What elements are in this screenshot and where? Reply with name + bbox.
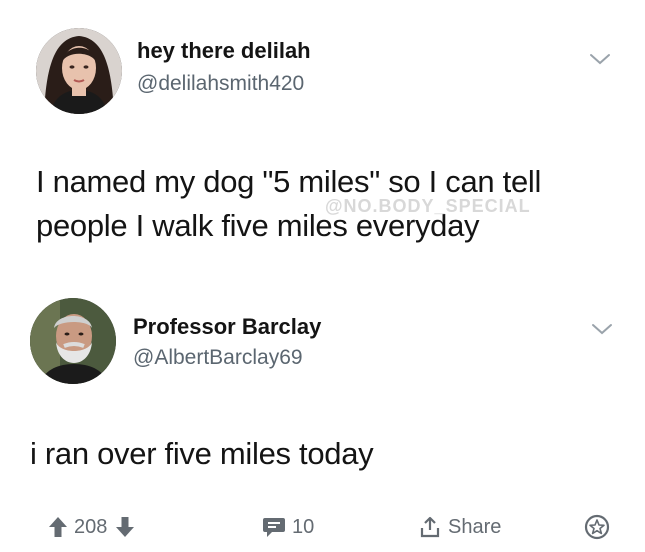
vote-count: 208 (74, 515, 108, 538)
upvote-arrow-icon[interactable] (48, 516, 68, 538)
vote-controls: 208 (48, 512, 135, 542)
downvote-arrow-icon[interactable] (115, 516, 135, 538)
woman-avatar-image (36, 28, 122, 114)
comments-button[interactable]: 10 (262, 512, 322, 542)
post-action-bar: 208 10 Share (0, 500, 645, 552)
display-name[interactable]: Professor Barclay (133, 314, 321, 340)
comment-count: 10 (292, 515, 315, 538)
user-handle[interactable]: @delilahsmith420 (137, 72, 304, 96)
avatar[interactable] (36, 28, 122, 114)
award-star-icon (584, 514, 610, 540)
reply-tweet-card: Professor Barclay @AlbertBarclay69 i ran… (0, 290, 645, 490)
tweet-card: hey there delilah @delilahsmith420 I nam… (0, 0, 645, 290)
share-button[interactable]: Share (418, 512, 509, 542)
avatar[interactable] (30, 298, 116, 384)
user-handle[interactable]: @AlbertBarclay69 (133, 346, 303, 370)
chevron-down-icon[interactable] (590, 322, 614, 336)
share-label: Share (448, 515, 502, 538)
comment-bubble-icon (263, 518, 285, 537)
old-man-avatar-image (30, 298, 116, 384)
tweet-text: i ran over five miles today (30, 436, 374, 471)
watermark: @NO.BODY_SPECIAL (325, 196, 531, 216)
award-button[interactable] (584, 512, 610, 542)
chevron-down-icon[interactable] (588, 52, 612, 66)
display-name[interactable]: hey there delilah (137, 38, 311, 64)
share-icon (420, 516, 440, 538)
